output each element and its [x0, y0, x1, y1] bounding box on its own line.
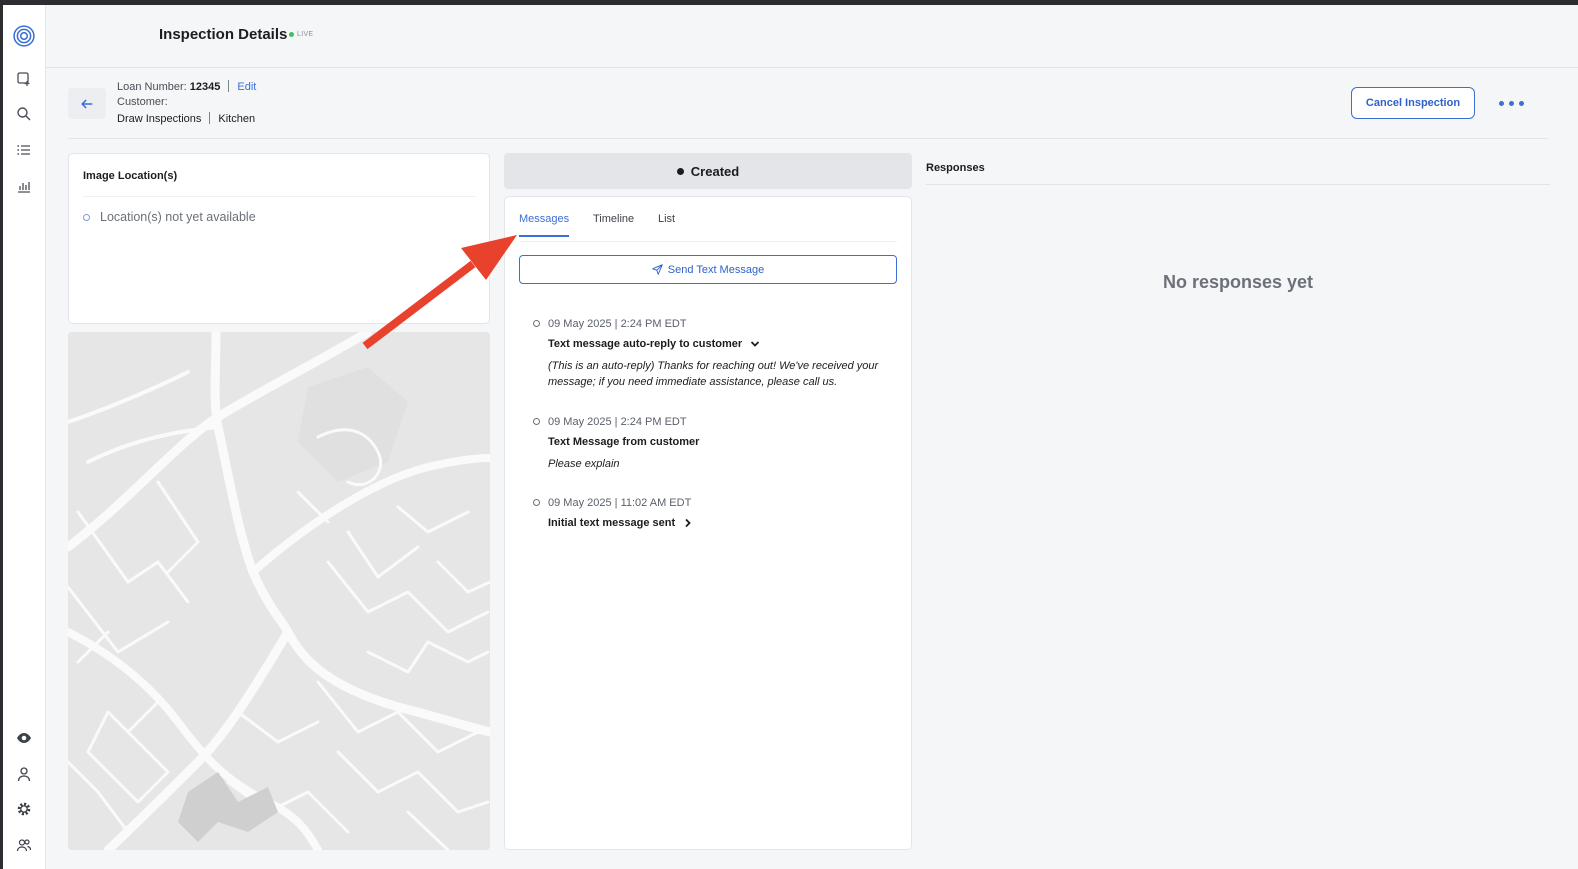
timeline-dot-icon: [533, 320, 540, 327]
more-dot-icon: [1498, 100, 1504, 106]
timeline-title-text: Text Message from customer: [548, 436, 700, 448]
chart-icon[interactable]: [13, 175, 35, 197]
loan-number-row: Loan Number: 12345 Edit: [117, 80, 256, 93]
live-badge: LIVE: [289, 31, 313, 38]
logo-icon[interactable]: [13, 25, 35, 47]
top-header: Inspection Details LIVE: [46, 5, 1578, 68]
timeline-entry: 09 May 2025 | 11:02 AM EDT Initial text …: [533, 497, 893, 537]
timeline-title-text: Text message auto-reply to customer: [548, 338, 743, 350]
send-icon: [652, 264, 663, 275]
image-location-card: Image Location(s) Location(s) not yet av…: [68, 153, 490, 324]
inspection-subheader: Loan Number: 12345 Edit Customer: Draw In…: [68, 77, 1548, 139]
page-title: Inspection Details: [159, 26, 288, 43]
timeline-message-body: Please explain: [548, 458, 620, 470]
app-window: Inspection Details LIVE Loan Number: 123…: [3, 5, 1578, 869]
responses-title: Responses: [926, 162, 985, 174]
breadcrumb-kitchen[interactable]: Kitchen: [218, 113, 255, 125]
gear-icon[interactable]: [13, 798, 35, 820]
status-label: Created: [690, 163, 740, 179]
tab-bar: Messages Timeline List: [519, 211, 897, 242]
users-icon[interactable]: [13, 834, 35, 856]
search-icon[interactable]: [13, 103, 35, 125]
loan-number-label: Loan Number:: [117, 81, 187, 93]
location-empty-text: Location(s) not yet available: [100, 210, 256, 224]
timeline-title[interactable]: Initial text message sent: [548, 517, 693, 529]
timeline-dot-icon: [533, 418, 540, 425]
status-dot-icon: [676, 167, 684, 175]
divider: [926, 184, 1550, 185]
location-empty-state: Location(s) not yet available: [83, 210, 256, 224]
timeline-title-text: Initial text message sent: [548, 517, 676, 529]
back-button[interactable]: [68, 88, 106, 119]
user-icon[interactable]: [13, 763, 35, 785]
timeline-entry: 09 May 2025 | 2:24 PM EDT Text message a…: [533, 318, 893, 398]
sidebar: [3, 5, 46, 869]
divider: [209, 112, 211, 124]
more-dot-icon: [1508, 100, 1514, 106]
more-options-button[interactable]: [1493, 95, 1529, 111]
messages-card: Messages Timeline List Send Text Message…: [504, 196, 912, 850]
timeline-timestamp: 09 May 2025 | 2:24 PM EDT: [548, 318, 687, 330]
map-streets: [68, 332, 490, 850]
chevron-right-icon[interactable]: [683, 518, 693, 528]
live-label: LIVE: [297, 31, 314, 38]
more-dot-icon: [1518, 100, 1524, 106]
loan-number-value: 12345: [189, 81, 221, 93]
tab-timeline[interactable]: Timeline: [593, 213, 634, 235]
live-status-dot: [289, 32, 294, 37]
timeline-timestamp: 09 May 2025 | 2:24 PM EDT: [548, 416, 687, 428]
eye-icon[interactable]: [13, 727, 35, 749]
location-ring-icon: [83, 213, 90, 221]
image-location-title: Image Location(s): [83, 170, 178, 182]
tab-list[interactable]: List: [658, 213, 675, 235]
send-text-message-button[interactable]: Send Text Message: [519, 255, 897, 284]
timeline-title[interactable]: Text message auto-reply to customer: [548, 338, 760, 350]
timeline-title: Text Message from customer: [548, 436, 699, 448]
timeline-dot-icon: [533, 499, 540, 506]
breadcrumb-draw-inspections[interactable]: Draw Inspections: [117, 113, 201, 125]
cancel-inspection-button[interactable]: Cancel Inspection: [1351, 87, 1475, 119]
send-text-message-label: Send Text Message: [667, 263, 765, 276]
divider: [83, 196, 475, 197]
timeline-timestamp: 09 May 2025 | 11:02 AM EDT: [548, 497, 692, 509]
customer-label: Customer:: [117, 96, 168, 108]
location-map[interactable]: [68, 332, 490, 850]
new-inspection-icon[interactable]: [13, 68, 35, 90]
chevron-down-icon[interactable]: [750, 339, 760, 349]
edit-link[interactable]: Edit: [237, 81, 256, 93]
tab-messages[interactable]: Messages: [519, 213, 570, 237]
timeline-entry: 09 May 2025 | 2:24 PM EDT Text Message f…: [533, 416, 893, 476]
arrow-left-icon: [81, 99, 93, 108]
breadcrumb: Draw Inspections Kitchen: [117, 112, 255, 125]
list-icon[interactable]: [13, 139, 35, 161]
timeline-message-body: (This is an auto-reply) Thanks for reach…: [548, 360, 879, 388]
divider: [228, 80, 230, 92]
responses-empty-state: No responses yet: [1162, 272, 1314, 292]
status-banner: Created: [504, 153, 912, 189]
